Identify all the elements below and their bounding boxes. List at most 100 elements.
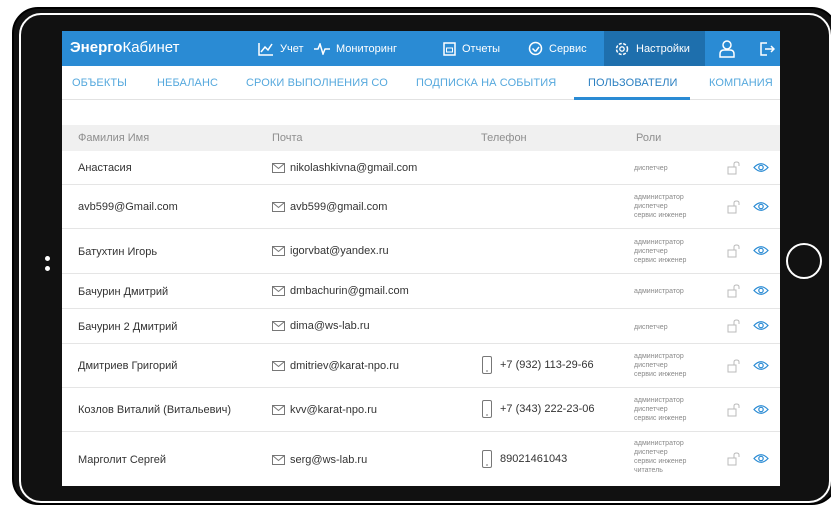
lock-icon[interactable] bbox=[727, 284, 741, 298]
user-name: Бачурин 2 Дмитрий bbox=[78, 321, 178, 333]
table-row[interactable]: Бачурин Дмитрий dmbachurin@gmail.com адм… bbox=[62, 274, 780, 309]
top-bar: ЭнергоКабинет Учет Мониторинг Отчеты Сер… bbox=[62, 31, 780, 66]
role: администратор bbox=[634, 353, 684, 360]
user-email: serg@ws-lab.ru bbox=[272, 454, 367, 466]
envelope-icon bbox=[272, 455, 285, 465]
user-button[interactable] bbox=[719, 31, 735, 66]
tab-deadlines[interactable]: СРОКИ ВЫПОЛНЕНИЯ СО bbox=[246, 77, 388, 89]
user-email: avb599@gmail.com bbox=[272, 201, 387, 213]
tab-company[interactable]: КОМПАНИЯ bbox=[709, 77, 773, 89]
eye-icon[interactable] bbox=[753, 245, 769, 256]
user-roles: диспетчер bbox=[634, 323, 668, 332]
lock-icon[interactable] bbox=[727, 359, 741, 373]
role: диспетчер bbox=[634, 248, 668, 255]
phone-icon bbox=[482, 356, 492, 374]
role: диспетчер bbox=[634, 203, 668, 210]
table-row[interactable]: avb599@Gmail.com avb599@gmail.com админи… bbox=[62, 185, 780, 229]
header-phone: Телефон bbox=[481, 132, 527, 144]
tab-bar: ОБЪЕКТЫ НЕБАЛАНС СРОКИ ВЫПОЛНЕНИЯ СО ПОД… bbox=[62, 66, 780, 100]
user-phone: +7 (932) 113-29-66 bbox=[482, 356, 594, 374]
role: администратор bbox=[634, 288, 684, 295]
table-row[interactable]: Марголит Сергей serg@ws-lab.ru 890214610… bbox=[62, 432, 780, 486]
envelope-icon bbox=[272, 321, 285, 331]
nav-item-service[interactable]: Сервис bbox=[528, 31, 587, 66]
user-roles: администратор диспетчер сервис инженер ч… bbox=[634, 439, 686, 475]
user-roles: администратор диспетчер сервис инженер bbox=[634, 238, 686, 265]
nav-item-settings[interactable]: Настройки bbox=[604, 31, 705, 66]
phone-icon bbox=[482, 450, 492, 468]
user-roles: администратор bbox=[634, 287, 684, 296]
user-name: Анастасия bbox=[78, 162, 132, 174]
header-name: Фамилия Имя bbox=[78, 132, 150, 144]
role: диспетчер bbox=[634, 165, 668, 172]
tab-users[interactable]: ПОЛЬЗОВАТЕЛИ bbox=[588, 77, 678, 89]
eye-icon[interactable] bbox=[753, 404, 769, 415]
eye-icon[interactable] bbox=[753, 320, 769, 331]
envelope-icon bbox=[272, 361, 285, 371]
role: диспетчер bbox=[634, 406, 668, 413]
brand-logo[interactable]: ЭнергоКабинет bbox=[70, 39, 180, 56]
user-roles: администратор диспетчер сервис инженер bbox=[634, 396, 686, 423]
nav-item-monitoring[interactable]: Мониторинг bbox=[314, 31, 397, 66]
logout-button[interactable] bbox=[759, 31, 775, 66]
role: сервис инженер bbox=[634, 458, 687, 465]
role: диспетчер bbox=[634, 324, 668, 331]
eye-icon[interactable] bbox=[753, 360, 769, 371]
table-row[interactable]: Козлов Виталий (Витальевич) kvv@karat-np… bbox=[62, 388, 780, 432]
envelope-icon bbox=[272, 246, 285, 256]
tab-objects[interactable]: ОБЪЕКТЫ bbox=[72, 77, 127, 89]
role: сервис инженер bbox=[634, 415, 687, 422]
user-roles: администратор диспетчер сервис инженер bbox=[634, 193, 686, 220]
nav-label: Учет bbox=[280, 42, 304, 55]
phone-icon bbox=[482, 400, 492, 418]
nav-item-reports[interactable]: Отчеты bbox=[443, 31, 500, 66]
table-row[interactable]: Бачурин 2 Дмитрий dima@ws-lab.ru диспетч… bbox=[62, 309, 780, 344]
service-icon bbox=[528, 41, 543, 56]
user-name: Дмитриев Григорий bbox=[78, 360, 178, 372]
lock-icon[interactable] bbox=[727, 319, 741, 333]
home-button[interactable] bbox=[786, 243, 822, 279]
role: администратор bbox=[634, 194, 684, 201]
envelope-icon bbox=[272, 286, 285, 296]
eye-icon[interactable] bbox=[753, 453, 769, 464]
user-name: Батухтин Игорь bbox=[78, 246, 158, 258]
tab-subscriptions[interactable]: ПОДПИСКА НА СОБЫТИЯ bbox=[416, 77, 556, 89]
user-phone: 89021461043 bbox=[482, 450, 567, 468]
user-name: Бачурин Дмитрий bbox=[78, 286, 169, 298]
role: сервис инженер bbox=[634, 371, 687, 378]
logout-icon bbox=[760, 41, 775, 56]
table-row[interactable]: Анастасия nikolashkivna@gmail.com диспет… bbox=[62, 151, 780, 185]
eye-icon[interactable] bbox=[753, 162, 769, 173]
user-roles: администратор диспетчер сервис инженер bbox=[634, 352, 686, 379]
user-email: nikolashkivna@gmail.com bbox=[272, 162, 417, 174]
lock-icon[interactable] bbox=[727, 244, 741, 258]
role: администратор bbox=[634, 440, 684, 447]
eye-icon[interactable] bbox=[753, 285, 769, 296]
role: читатель bbox=[634, 467, 663, 474]
nav-item-accounting[interactable]: Учет bbox=[258, 31, 304, 66]
eye-icon[interactable] bbox=[753, 201, 769, 212]
user-email: dmitriev@karat-npo.ru bbox=[272, 360, 399, 372]
table-row[interactable]: Дмитриев Григорий dmitriev@karat-npo.ru … bbox=[62, 344, 780, 388]
lock-icon[interactable] bbox=[727, 200, 741, 214]
envelope-icon bbox=[272, 163, 285, 173]
table-row[interactable]: Батухтин Игорь igorvbat@yandex.ru админи… bbox=[62, 229, 780, 274]
brand-bold: Энерго bbox=[70, 39, 123, 56]
table-header: Фамилия Имя Почта Телефон Роли bbox=[62, 125, 780, 151]
tab-imbalance[interactable]: НЕБАЛАНС bbox=[157, 77, 218, 89]
user-phone: +7 (343) 222-23-06 bbox=[482, 400, 594, 418]
lock-icon[interactable] bbox=[727, 403, 741, 417]
role: администратор bbox=[634, 397, 684, 404]
role: диспетчер bbox=[634, 449, 668, 456]
user-email: dima@ws-lab.ru bbox=[272, 320, 370, 332]
gear-icon bbox=[615, 42, 629, 55]
chart-icon bbox=[258, 42, 273, 56]
header-email: Почта bbox=[272, 132, 303, 144]
role: сервис инженер bbox=[634, 212, 687, 219]
envelope-icon bbox=[272, 202, 285, 212]
lock-icon[interactable] bbox=[727, 452, 741, 466]
user-email: kvv@karat-npo.ru bbox=[272, 404, 377, 416]
lock-icon[interactable] bbox=[727, 161, 741, 175]
user-name: avb599@Gmail.com bbox=[78, 201, 178, 213]
user-name: Марголит Сергей bbox=[78, 454, 167, 466]
